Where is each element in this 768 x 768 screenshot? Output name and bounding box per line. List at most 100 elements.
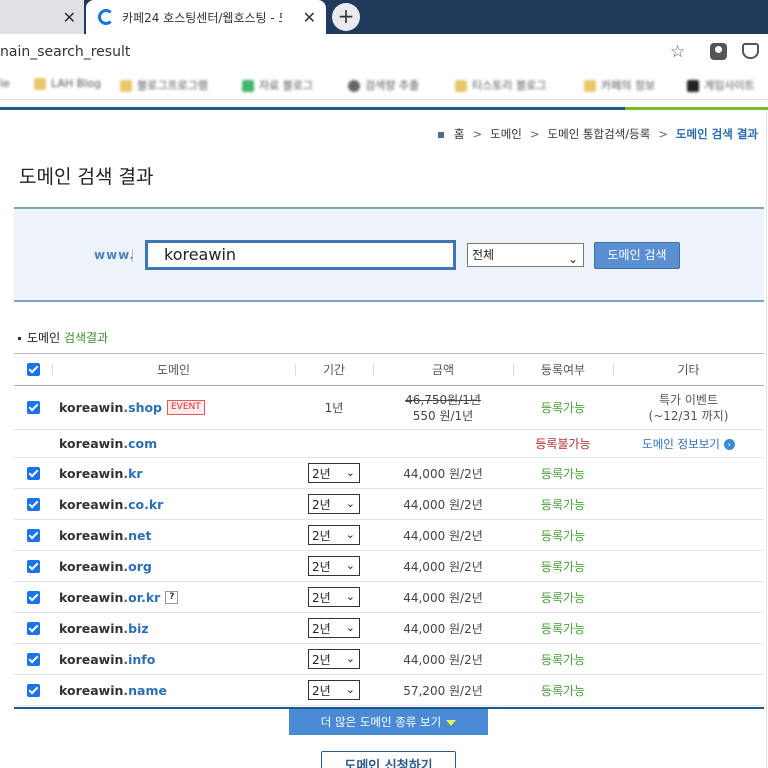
header-domain: 도메인 [52,354,295,385]
more-domain-types-button[interactable]: 더 많은 도메인 종류 보기 [289,709,488,735]
chevron-right-icon: > [529,127,540,141]
tab-previous[interactable]: ✕ [0,0,84,34]
bookmark-item[interactable]: 티스토리 블로그 [455,77,546,93]
close-icon[interactable]: ✕ [63,8,76,27]
period-select[interactable]: 2년 ⌄ [308,556,360,576]
domain-name: koreawin.org [59,558,152,574]
url-text[interactable]: nain_search_result [0,44,130,60]
breadcrumb-home[interactable]: 홈 [454,127,465,141]
table-row: koreawin.or.kr? 2년 ⌄ 44,000 원/2년 등록가능 [14,582,764,613]
tab-strip: ✕ 카페24 호스팅센터/웹호스팅 - 도 ✕ + [0,0,768,34]
domain-type-value: 전체 [472,248,495,262]
bookmarks-bar: le LAH Blog 블로그프로그램 자료 블로그 검색량 추출 티스토리 블… [0,70,768,100]
bookmark-item[interactable]: 카페의 정보 [584,77,655,93]
bookmark-item[interactable]: LAH Blog [34,77,101,93]
domain-type-select[interactable]: 전체 ⌄ [467,243,584,267]
period-select[interactable]: 2년 ⌄ [308,618,360,638]
period-text: 1년 [324,401,344,415]
globe-icon [348,80,360,92]
chevron-down-icon: ⌄ [345,559,355,572]
table-row: koreawin.biz 2년 ⌄ 44,000 원/2년 등록가능 [14,613,764,644]
status-available: 등록가능 [540,497,586,512]
row-checkbox[interactable] [26,466,40,480]
chevron-down-icon: ⌄ [345,621,355,634]
row-checkbox[interactable] [26,497,40,511]
price: 44,000 원/2년 [403,559,483,574]
page-content: 홈 > 도메인 > 도메인 통합검색/등록 > 도메인 검색 결과 도메인 검색 결과 ww… [0,100,768,768]
page-title: 도메인 검색 결과 [19,166,154,188]
status-available: 등록가능 [540,652,586,667]
row-checkbox[interactable] [26,559,40,573]
row-checkbox[interactable] [26,590,40,604]
address-bar[interactable]: nain_search_result ☆ [0,34,768,70]
period-select[interactable]: 2년 ⌄ [308,649,360,669]
price: 44,000 원/2년 [403,590,483,605]
period-select[interactable]: 2년 ⌄ [308,587,360,607]
domain-name: koreawin.kr [59,465,143,481]
status-available: 등록가능 [540,683,586,698]
tab-active[interactable]: 카페24 호스팅센터/웹호스팅 - 도 ✕ [86,0,326,34]
domain-name: koreawin.co.kr [59,496,164,512]
table-row: koreawin.name 2년 ⌄ 57,200 원/2년 등록가능 [14,675,764,706]
row-checkbox[interactable] [26,528,40,542]
domain-info-link[interactable]: 도메인 정보보기 › [642,436,735,452]
breadcrumb-domain[interactable]: 도메인 [490,127,522,141]
chevron-down-icon: ⌄ [345,590,355,603]
folder-icon [120,80,132,92]
bullet-icon [18,337,21,340]
status-available: 등록가능 [540,401,586,415]
period-select[interactable]: 2년 ⌄ [308,680,360,700]
row-checkbox[interactable] [26,621,40,635]
table-row: koreawin.info 2년 ⌄ 44,000 원/2년 등록가능 [14,644,764,675]
table-row: koreawin.kr 2년 ⌄ 44,000 원/2년 등록가능 [14,458,764,489]
table-row: koreawin.co.kr 2년 ⌄ 44,000 원/2년 등록가능 [14,489,764,520]
profile-extension-icon[interactable] [710,43,727,60]
status-available: 등록가능 [540,621,586,636]
help-icon[interactable]: ? [165,590,179,604]
row-checkbox[interactable] [26,683,40,697]
price: 44,000 원/2년 [403,466,483,481]
chevron-down-icon: ⌄ [567,252,578,266]
close-icon[interactable]: ✕ [303,8,316,27]
bookmark-item[interactable]: 게임사이트 [687,77,755,93]
price: 44,000 원/2년 [403,621,483,636]
row-checkbox[interactable] [26,401,40,414]
period-select[interactable]: 2년 ⌄ [308,494,360,514]
domain-search-button[interactable]: 도메인 검색 [594,242,680,269]
results-label: 도메인 검색결과 [18,329,108,346]
folder-icon [34,78,46,90]
price: 44,000 원/2년 [403,497,483,512]
bookmark-item[interactable]: 검색량 추출 [348,77,419,93]
row-checkbox[interactable] [26,652,40,666]
domain-apply-button[interactable]: 도메인 신청하기 [321,751,456,768]
breadcrumb: 홈 > 도메인 > 도메인 통합검색/등록 > 도메인 검색 결과 [437,126,758,142]
domain-name: koreawin.com [59,436,158,451]
new-tab-button[interactable]: + [332,3,360,31]
triangle-down-icon [446,719,457,726]
chevron-right-icon: > [472,127,483,141]
price: 57,200 원/2년 [403,683,483,698]
table-row: koreawin.net 2년 ⌄ 44,000 원/2년 등록가능 [14,520,764,551]
breadcrumb-domain-search[interactable]: 도메인 통합검색/등록 [548,127,651,141]
period-select[interactable]: 2년 ⌄ [308,463,360,483]
event-note: 특가 이벤트 [658,392,718,407]
status-available: 등록가능 [540,528,586,543]
original-price: 46,750원/1년 [405,392,481,407]
bookmark-star-icon[interactable]: ☆ [670,42,685,62]
period-select[interactable]: 2년 ⌄ [308,525,360,545]
domain-name: koreawin.shop [59,400,162,415]
chevron-down-icon: ⌄ [345,466,355,479]
domain-search-input[interactable]: koreawin [145,240,456,270]
status-available: 등록가능 [540,466,586,481]
price: 44,000 원/2년 [403,528,483,543]
event-badge: EVENT [167,400,205,415]
pocket-extension-icon[interactable] [742,43,759,59]
tab-title: 카페24 호스팅센터/웹호스팅 - 도 [122,11,282,25]
bookmark-item[interactable]: le [0,77,10,93]
bookmark-item[interactable]: 자료 블로그 [242,77,313,93]
table-header: 도메인 기간 금액 등록여부 기타 [14,354,764,386]
divider [132,249,133,262]
bookmark-item[interactable]: 블로그프로그램 [120,77,208,93]
chevron-right-icon: > [658,127,668,141]
select-all-checkbox[interactable] [26,363,40,376]
